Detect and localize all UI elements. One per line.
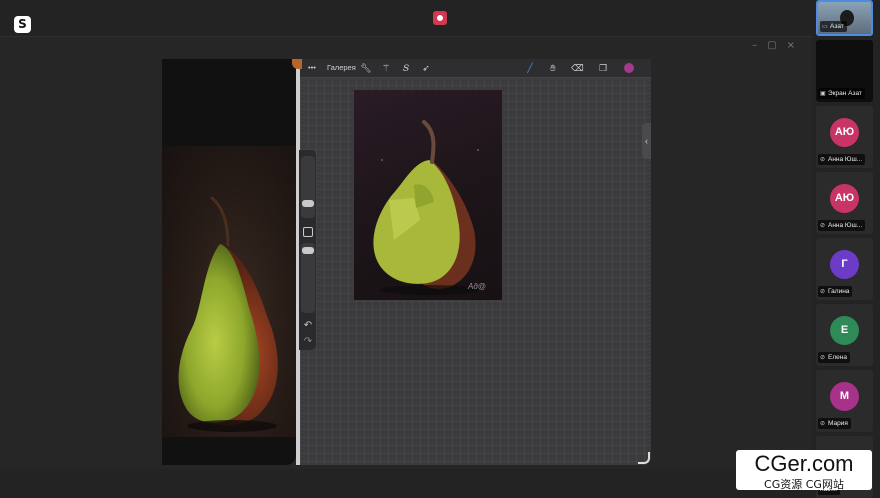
meeting-app-logo-icon[interactable]: S: [14, 16, 31, 33]
brush-icon[interactable]: ╱: [524, 62, 536, 74]
participant-tile[interactable]: ▭ Азат: [816, 0, 873, 36]
brush-size-thumb[interactable]: [302, 200, 314, 207]
eraser-icon[interactable]: ⌫: [571, 62, 584, 74]
mic-muted-icon: ⊘: [820, 223, 826, 229]
avatar: Е: [830, 316, 859, 345]
layers-icon[interactable]: ❐: [597, 62, 609, 74]
participant-tile[interactable]: ▣ Экран Азат: [816, 40, 873, 102]
participant-tile[interactable]: М ⊘ Мария: [816, 370, 873, 432]
participant-name: ▭ Азат: [820, 21, 847, 32]
procreate-window: ••• Галерея 🔧︎ ⚚ 𝑆 ➶ ╱ ✋︎ ⌫ ❐ Aд@: [300, 59, 651, 465]
microphone-icon: ▭: [822, 24, 828, 30]
panel-collapse-handle[interactable]: ‹: [642, 123, 651, 159]
watermark-sub-text: CG资源 CG网站: [764, 478, 844, 491]
mic-muted-icon: ⊘: [820, 289, 826, 295]
mic-muted-icon: ⊘: [820, 355, 826, 361]
modify-button[interactable]: [303, 227, 313, 237]
participant-name: ▣ Экран Азат: [818, 88, 865, 99]
actions-menu-button[interactable]: •••: [308, 63, 316, 72]
pear-illustration: [178, 196, 278, 432]
brush-size-slider[interactable]: [301, 156, 315, 218]
magic-wand-icon[interactable]: ⚚: [380, 62, 392, 74]
gallery-button[interactable]: Галерея: [327, 63, 356, 72]
participant-name: ⊘ Мария: [818, 418, 851, 429]
participant-name: ⊘ Елена: [818, 352, 850, 363]
transform-icon[interactable]: ➶: [420, 62, 432, 74]
sidebar-accent: [292, 59, 302, 69]
redo-icon[interactable]: ↷: [302, 336, 314, 348]
window-resize-corner[interactable]: [638, 452, 650, 464]
pear-painting: [373, 120, 480, 295]
maximize-icon: ▢: [767, 40, 787, 51]
screen-share-icon: ▣: [820, 91, 826, 97]
pear-painting-canvas[interactable]: [354, 90, 502, 300]
minimize-icon: –: [752, 40, 768, 51]
undo-icon[interactable]: ↶: [302, 320, 314, 332]
record-icon[interactable]: [433, 11, 447, 25]
close-icon: ×: [786, 40, 805, 51]
participant-tile[interactable]: Г ⊘ Галина: [816, 238, 873, 300]
avatar: АЮ: [830, 184, 859, 213]
avatar: Г: [830, 250, 859, 279]
mic-muted-icon: ⊘: [820, 421, 826, 427]
participant-name: ⊘ Галина: [818, 286, 853, 297]
participant-tile[interactable]: АЮ ⊘ Анна Юш...: [816, 106, 873, 168]
smudge-icon[interactable]: ✋︎: [547, 62, 559, 74]
artwork-signature: Aд@: [468, 282, 486, 291]
opacity-thumb[interactable]: [302, 247, 314, 254]
shared-window-controls: –▢×: [752, 40, 805, 51]
mic-muted-icon: ⊘: [820, 157, 826, 163]
participant-tile[interactable]: Е ⊘ Елена: [816, 304, 873, 366]
procreate-toolbar: ••• Галерея 🔧︎ ⚚ 𝑆 ➶ ╱ ✋︎ ⌫ ❐: [300, 59, 651, 77]
avatar: М: [830, 382, 859, 411]
participant-name: ⊘ Анна Юш...: [818, 220, 866, 231]
participant-tile[interactable]: АЮ ⊘ Анна Юш...: [816, 172, 873, 234]
reference-photo-panel: [162, 59, 296, 465]
pear-reference-photo: [162, 146, 296, 437]
watermark: CGer.com CG资源 CG网站: [736, 450, 872, 491]
selection-icon[interactable]: 𝑆: [400, 62, 412, 74]
watermark-main-text: CGer.com: [754, 451, 854, 476]
color-swatch-icon[interactable]: [624, 63, 634, 73]
avatar: АЮ: [830, 118, 859, 147]
participant-name: ⊘ Анна Юш...: [818, 154, 866, 165]
wrench-icon[interactable]: 🔧︎: [360, 62, 372, 74]
